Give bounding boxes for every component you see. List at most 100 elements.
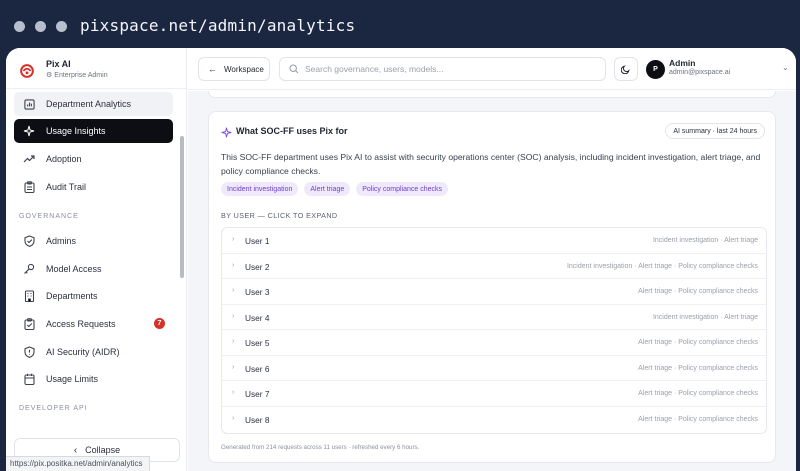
sidebar-item-adoption[interactable]: Adoption — [14, 147, 173, 171]
search-input[interactable]: Search governance, users, models... — [279, 57, 606, 81]
user-list: › User 1 Incident investigation · Alert … — [221, 227, 767, 434]
topic-tag: Incident investigation — [221, 182, 299, 196]
browser-titlebar: pixspace.net/admin/analytics — [0, 0, 800, 48]
pix-logo-icon — [20, 64, 34, 78]
sidebar-item-label: Usage Limits — [46, 374, 99, 384]
sidebar-item-ai-security[interactable]: AI Security (AIDR) — [14, 340, 173, 364]
sidebar-item-label: Access Requests — [46, 319, 116, 329]
sidebar-scrollbar[interactable] — [180, 136, 184, 278]
theme-toggle-button[interactable] — [614, 57, 638, 81]
sidebar-item-audit-trail[interactable]: Audit Trail — [14, 175, 173, 199]
collapse-label: Collapse — [85, 445, 121, 455]
sidebar-item-label: Department Analytics — [46, 99, 132, 109]
shield-alert-icon — [22, 345, 36, 359]
topic-tag: Alert triage — [304, 182, 351, 196]
sidebar-item-usage-limits[interactable]: Usage Limits — [14, 367, 173, 391]
search-icon — [289, 64, 299, 74]
sidebar-item-departments[interactable]: Departments — [14, 284, 173, 308]
trend-icon — [22, 152, 36, 166]
sidebar-item-usage-insights[interactable]: Usage Insights — [14, 119, 173, 143]
workspace-back-button[interactable]: ← Workspace — [198, 57, 270, 81]
user-row-topics: Alert triage · Policy compliance checks — [638, 288, 758, 295]
window-close-dot[interactable] — [14, 21, 25, 32]
card-footnote: Generated from 214 requests across 11 us… — [221, 444, 420, 451]
topic-tag: Policy compliance checks — [356, 182, 449, 196]
status-bar-url: https://pix.positka.net/admin/analytics — [6, 456, 150, 471]
chevron-right-icon: › — [232, 389, 235, 396]
sidebar-item-label: Audit Trail — [46, 182, 87, 192]
shield-check-icon — [22, 234, 36, 248]
app-window: Pix AI ⚙ Enterprise Admin Department Anal… — [6, 48, 796, 471]
main-content: What SOC-FF uses Pix for AI summary · la… — [188, 91, 796, 471]
user-row[interactable]: › User 8 Alert triage · Policy complianc… — [222, 407, 766, 433]
user-row-name: User 2 — [245, 261, 270, 272]
sidebar-item-label: Model Access — [46, 264, 102, 274]
user-email: admin@pixspace.ai — [669, 69, 731, 76]
user-row[interactable]: › User 4 Incident investigation · Alert … — [222, 305, 766, 330]
sidebar-item-label: Admins — [46, 236, 77, 246]
workspace-label: Workspace — [224, 64, 264, 74]
chevron-right-icon: › — [232, 363, 235, 371]
chevron-down-icon[interactable]: ⌄ — [782, 63, 789, 72]
user-row-topics: Alert triage · Policy compliance checks — [638, 364, 758, 372]
search-placeholder: Search governance, users, models... — [305, 64, 444, 74]
top-bar: ← Workspace Search governance, users, mo… — [188, 48, 796, 90]
sidebar-item-admins[interactable]: Admins — [14, 229, 173, 253]
user-row-name: User 5 — [245, 338, 270, 348]
key-icon — [22, 262, 36, 276]
sidebar-item-model-access[interactable]: Model Access — [14, 257, 173, 281]
chevron-right-icon: › — [232, 236, 235, 243]
user-row[interactable]: › User 6 Alert triage · Policy complianc… — [222, 356, 766, 381]
clipboard-icon — [22, 180, 36, 194]
arrow-left-icon: ← — [208, 64, 217, 74]
section-label-developer-api: DEVELOPER API — [19, 405, 88, 412]
sidebar-item-access-requests[interactable]: Access Requests 7 — [14, 312, 173, 336]
card-title: What SOC-FF uses Pix for — [236, 126, 348, 136]
user-row-topics: Alert triage · Policy compliance checks — [638, 339, 758, 346]
building-icon — [22, 289, 36, 303]
usage-insights-card: What SOC-FF uses Pix for AI summary · la… — [208, 111, 776, 463]
sidebar-item-label: Usage Insights — [46, 126, 106, 136]
user-name[interactable]: Admin — [669, 58, 695, 68]
user-row-name: User 6 — [245, 363, 270, 374]
sidebar-item-department-analytics[interactable]: Department Analytics — [14, 92, 173, 116]
chevron-left-icon: ‹ — [73, 444, 78, 456]
by-user-heading: BY USER — CLICK TO EXPAND — [221, 211, 338, 220]
user-row[interactable]: › User 3 Alert triage · Policy complianc… — [222, 279, 766, 305]
access-requests-badge: 7 — [154, 318, 165, 329]
avatar[interactable]: P — [646, 60, 665, 79]
user-row-name: User 8 — [245, 414, 270, 425]
department-summary: This SOC-FF department uses Pix AI to as… — [221, 152, 761, 176]
calendar-icon — [22, 372, 36, 386]
chevron-right-icon: › — [232, 414, 235, 422]
gear-icon: ⚙ — [46, 72, 53, 79]
chevron-right-icon: › — [232, 312, 235, 320]
user-row-name: User 3 — [245, 287, 270, 297]
topic-tags: Incident investigation Alert triage Poli… — [221, 182, 449, 196]
address-bar-url[interactable]: pixspace.net/admin/analytics — [80, 16, 355, 35]
user-row-topics: Alert triage · Policy compliance checks — [638, 390, 758, 397]
sidebar-item-label: Departments — [46, 291, 98, 301]
sidebar-item-label: Adoption — [46, 154, 82, 164]
ai-summary-pill: AI summary · last 24 hours — [665, 123, 765, 139]
previous-card-edge — [208, 91, 776, 98]
user-row-topics: Incident investigation · Alert triage — [652, 237, 758, 244]
user-row-topics: Incident investigation · Alert triage — [652, 313, 758, 321]
user-row-topics: Incident investigation · Alert triage · … — [566, 262, 758, 270]
chevron-right-icon: › — [232, 338, 235, 345]
sidebar: Pix AI ⚙ Enterprise Admin Department Anal… — [6, 48, 187, 471]
brand-subtitle: ⚙ Enterprise Admin — [46, 72, 108, 79]
section-label-governance: GOVERNANCE — [19, 213, 79, 220]
moon-icon — [621, 65, 630, 74]
window-minimize-dot[interactable] — [35, 21, 46, 32]
sidebar-divider — [6, 88, 187, 89]
user-row[interactable]: › User 7 Alert triage · Policy complianc… — [222, 381, 766, 407]
user-row-name: User 7 — [245, 389, 270, 399]
window-maximize-dot[interactable] — [56, 21, 67, 32]
user-row[interactable]: › User 1 Incident investigation · Alert … — [222, 228, 766, 254]
user-row[interactable]: › User 2 Incident investigation · Alert … — [222, 254, 766, 279]
user-row[interactable]: › User 5 Alert triage · Policy complianc… — [222, 330, 766, 356]
brand-name: Pix AI — [46, 59, 71, 69]
clipboard-check-icon — [22, 317, 36, 331]
sidebar-item-label: AI Security (AIDR) — [46, 347, 120, 357]
